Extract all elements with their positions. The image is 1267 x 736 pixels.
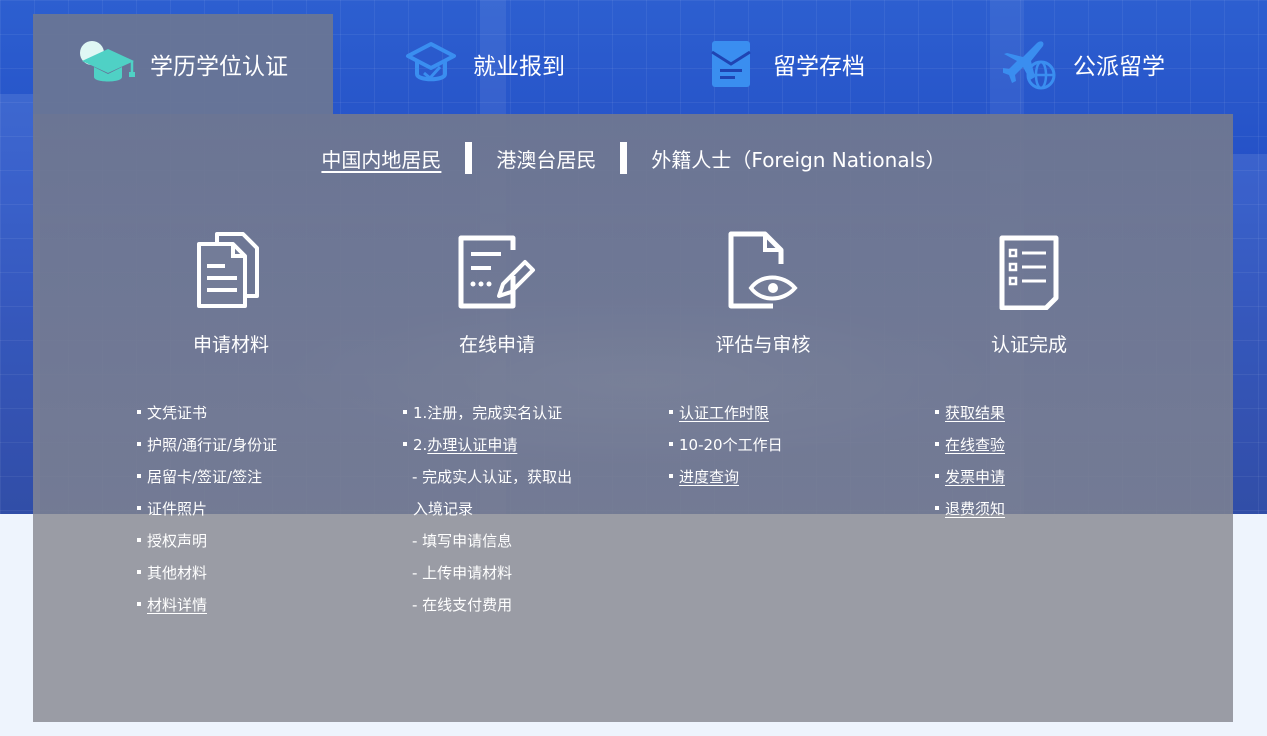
list-subitem: - 上传申请材料 [412,564,513,582]
tab-label: 就业报到 [473,54,565,80]
list-item: 退费须知 [935,497,1005,529]
online-verify-link[interactable]: 在线查验 [945,436,1005,454]
step-materials: 申请材料 [131,226,331,357]
airplane-globe-icon [1001,37,1061,91]
apply-verification-link[interactable]: 办理认证申请 [427,436,517,454]
step-title: 评估与审核 [715,334,811,356]
step-title: 申请材料 [192,334,269,356]
graduation-cap-icon [78,37,138,91]
background-building [1230,154,1267,514]
list-item: 文凭证书 [137,401,277,433]
checklist-icon [929,226,1129,310]
residency-tabs: 中国内地居民 港澳台居民 外籍人士（Foreign Nationals） [0,142,1267,174]
step-verification-complete: 认证完成 [929,226,1129,357]
list-item: 2.办理认证申请 [403,433,572,465]
materials-list: 文凭证书 护照/通行证/身份证 居留卡/签证/签注 证件照片 授权声明 其他材料… [137,401,277,625]
get-result-link[interactable]: 获取结果 [945,404,1005,422]
refund-notice-link[interactable]: 退费须知 [945,500,1005,518]
list-item: 10-20个工作日 [669,433,783,465]
tab-study-abroad-archive[interactable]: 留学存档 [633,14,933,114]
residency-hmt[interactable]: 港澳台居民 [496,144,596,173]
list-item: 在线查验 [935,433,1005,465]
step-evaluation-review: 评估与审核 [663,226,863,357]
list-item: 1.注册，完成实名认证 [403,401,572,433]
progress-query-link[interactable]: 进度查询 [679,468,739,486]
tab-government-sponsored-study[interactable]: 公派留学 [933,14,1233,114]
step-number: 2. [413,436,428,454]
archive-envelope-icon [701,37,761,91]
list-item: 其他材料 [137,561,277,593]
list-item: 认证工作时限 [669,401,783,433]
residency-mainland[interactable]: 中国内地居民 [321,144,441,173]
tab-label: 公派留学 [1073,54,1165,80]
list-item: 居留卡/签证/签注 [137,465,277,497]
invoice-request-link[interactable]: 发票申请 [945,468,1005,486]
list-item: 进度查询 [669,465,783,497]
cap-badge-icon [401,37,461,91]
complete-list: 获取结果 在线查验 发票申请 退费须知 [935,401,1005,529]
residency-foreign[interactable]: 外籍人士（Foreign Nationals） [651,144,945,173]
list-item: 发票申请 [935,465,1005,497]
residency-divider [465,142,473,174]
tab-label: 留学存档 [773,54,865,80]
residency-divider [620,142,628,174]
tab-credential-verification[interactable]: 学历学位认证 [33,14,333,114]
tab-label: 学历学位认证 [150,54,288,80]
materials-details-link[interactable]: 材料详情 [147,596,207,614]
list-item: 授权声明 [137,529,277,561]
list-item: 护照/通行证/身份证 [137,433,277,465]
review-list: 认证工作时限 10-20个工作日 进度查询 [669,401,783,497]
list-item: 证件照片 [137,497,277,529]
list-item: 材料详情 [137,593,277,625]
list-subitem: - 在线支付费用 [412,596,513,614]
online-application-list: 1.注册，完成实名认证 2.办理认证申请 - 完成实人认证，获取出 入境记录 -… [403,401,572,625]
step-online-application: 在线申请 [397,226,597,357]
tab-employment-registration[interactable]: 就业报到 [333,14,633,114]
list-subitem: - 完成实人认证，获取出 [412,468,573,486]
work-time-limit-link[interactable]: 认证工作时限 [679,404,769,422]
list-item: 获取结果 [935,401,1005,433]
list-subitem: 入境记录 [413,500,474,518]
file-eye-icon [663,226,863,310]
step-title: 认证完成 [990,334,1067,356]
list-subitem: - 填写申请信息 [412,532,513,550]
documents-icon [131,226,331,310]
step-title: 在线申请 [458,334,535,356]
edit-form-icon [397,226,597,310]
